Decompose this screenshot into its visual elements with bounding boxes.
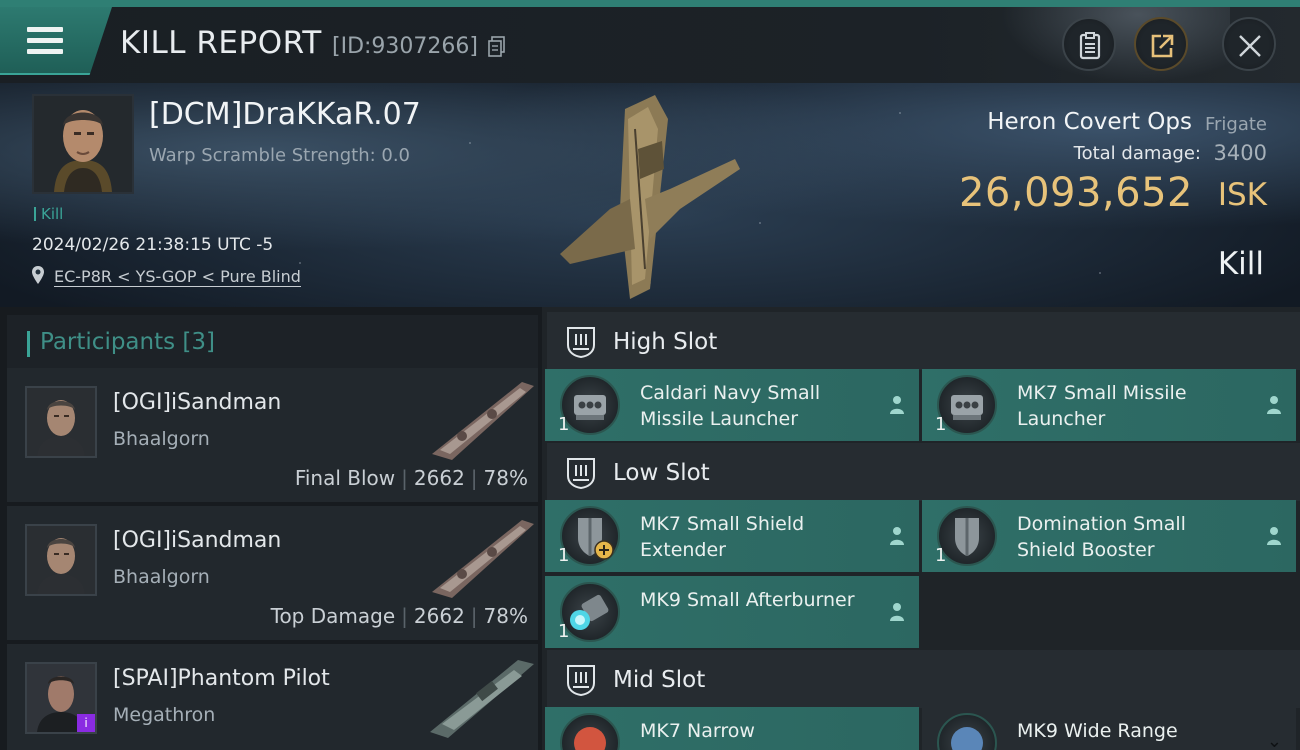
participants-panel: Participants [3] [OGI]iSandman Bhaalgorn…: [0, 307, 542, 750]
low-slot-icon: [567, 458, 595, 490]
clipboard-icon: [1079, 32, 1101, 60]
module-item[interactable]: 1 MK9 Small Afterburner: [545, 576, 919, 648]
participant-name[interactable]: [SPAI]Phantom Pilot: [113, 666, 330, 691]
pilot-portrait-image: [34, 96, 132, 192]
module-name: MK7 Narrow: [640, 720, 755, 742]
info-badge: i: [77, 714, 95, 732]
victim-ship-name[interactable]: Heron Covert Ops: [987, 109, 1192, 135]
module-name: Caldari Navy Small Missile Launcher: [640, 382, 821, 430]
module-name: MK9 Wide Range: [1017, 720, 1178, 742]
participants-title: Participants [3]: [40, 329, 215, 355]
close-button[interactable]: [1222, 17, 1276, 71]
pilot-portrait-image: [27, 388, 95, 456]
participant-ship: Megathron: [113, 704, 216, 726]
participant-damage: 2662: [413, 604, 465, 628]
module-item[interactable]: MK9 Wide Range: [922, 707, 1296, 750]
victim-ship-image: [560, 95, 740, 299]
clipboard-button[interactable]: [1062, 17, 1116, 71]
total-damage-value: 3400: [1213, 141, 1267, 165]
participant-portrait: [25, 386, 97, 458]
participant-percent: 78%: [483, 604, 528, 628]
victim-banner: [DCM]DraKKaR.07 Warp Scramble Strength: …: [0, 83, 1300, 307]
participant-ship: Bhaalgorn: [113, 566, 210, 588]
participant-ship-image: [430, 660, 534, 738]
module-quantity: 1: [558, 414, 570, 435]
person-icon[interactable]: [888, 525, 906, 547]
module-name: MK9 Small Afterburner: [640, 589, 855, 611]
participants-accent-bar: [27, 331, 30, 357]
module-item[interactable]: MK7 Narrow: [545, 707, 919, 750]
person-icon[interactable]: [888, 394, 906, 416]
participant-name[interactable]: [OGI]iSandman: [113, 390, 281, 415]
top-accent-bar: [0, 0, 1300, 7]
kill-result: Kill: [1217, 246, 1264, 282]
module-name: MK7 Small Missile Launcher: [1017, 382, 1187, 430]
fitting-panel: High Slot 1 Caldari Navy Small Missile L…: [542, 307, 1300, 750]
kill-id: [ID:9307266]: [332, 34, 478, 59]
module-name: MK7 Small Shield Extender: [640, 513, 805, 561]
copy-icon[interactable]: [488, 36, 506, 58]
high-slot-icon: [567, 327, 595, 359]
mid-slot-title: Mid Slot: [613, 667, 706, 693]
module-quantity: 1: [558, 545, 570, 566]
warp-scramble-strength: Warp Scramble Strength: 0.0: [149, 145, 411, 166]
participant-ship-image: [432, 382, 534, 460]
module-item[interactable]: 1 Caldari Navy Small Missile Launcher: [545, 369, 919, 441]
victim-portrait[interactable]: [32, 94, 134, 194]
participant-ship-image: [432, 520, 534, 598]
header-bar: KILL REPORT [ID:9307266]: [0, 7, 1300, 83]
high-slot-header: High Slot: [547, 312, 1300, 370]
share-button[interactable]: [1134, 17, 1188, 71]
pilot-portrait-image: [27, 526, 95, 594]
close-icon: [1239, 35, 1261, 57]
isk-value: 26,093,652: [958, 170, 1193, 216]
page-title: KILL REPORT: [120, 25, 322, 61]
mid-slot-header: Mid Slot: [547, 650, 1300, 708]
module-quantity: 1: [558, 621, 570, 642]
participant-card[interactable]: [OGI]iSandman Bhaalgorn Top Damage | 2662 |…: [7, 506, 538, 640]
participant-damage: 2662: [413, 466, 465, 490]
kill-tag: Kill: [34, 205, 63, 223]
participant-stats: Top Damage | 2662 | 78%: [270, 604, 528, 628]
kill-tag-label: Kill: [41, 205, 64, 223]
share-icon: [1151, 34, 1174, 58]
isk-unit: ISK: [1217, 177, 1267, 213]
total-damage-label: Total damage:: [1073, 143, 1201, 164]
participant-role: Final Blow: [294, 466, 396, 490]
victim-ship-class: Frigate: [1204, 114, 1267, 135]
participant-ship: Bhaalgorn: [113, 428, 210, 450]
person-icon[interactable]: [1265, 525, 1283, 547]
participant-role: Top Damage: [270, 604, 396, 628]
module-quantity: 1: [935, 414, 947, 435]
participant-card[interactable]: i [SPAI]Phantom Pilot Megathron: [7, 644, 538, 750]
module-item[interactable]: 1 MK7 Small Missile Launcher: [922, 369, 1296, 441]
hamburger-menu-icon: [27, 27, 63, 55]
kill-datetime: 2024/02/26 21:38:15 UTC -5: [32, 235, 274, 255]
participant-stats: Final Blow | 2662 | 78%: [294, 466, 528, 490]
module-item[interactable]: 1 Domination Small Shield Booster: [922, 500, 1296, 572]
location-pin-icon: [32, 266, 44, 284]
person-icon[interactable]: [1265, 394, 1283, 416]
participants-header: Participants [3]: [7, 315, 538, 373]
module-quantity: 1: [935, 545, 947, 566]
menu-button[interactable]: [0, 7, 112, 75]
location-link[interactable]: EC-P8R < YS-GOP < Pure Blind: [54, 267, 301, 287]
participant-portrait: i: [25, 662, 97, 734]
high-slot-title: High Slot: [613, 329, 718, 355]
participant-percent: 78%: [483, 466, 528, 490]
participant-card[interactable]: [OGI]iSandman Bhaalgorn Final Blow | 2662 |…: [7, 368, 538, 502]
victim-name[interactable]: [DCM]DraKKaR.07: [149, 97, 421, 132]
low-slot-title: Low Slot: [613, 460, 710, 486]
low-slot-header: Low Slot: [547, 443, 1300, 501]
module-item[interactable]: 1 MK7 Small Shield Extender: [545, 500, 919, 572]
mid-slot-icon: [567, 665, 595, 697]
participant-name[interactable]: [OGI]iSandman: [113, 528, 281, 553]
sensor-icon: [937, 713, 997, 750]
collapse-chevron-icon[interactable]: ⌄: [1267, 731, 1282, 750]
scram-icon: [560, 713, 620, 750]
module-name: Domination Small Shield Booster: [1017, 513, 1186, 561]
person-icon[interactable]: [888, 601, 906, 623]
participant-portrait: [25, 524, 97, 596]
